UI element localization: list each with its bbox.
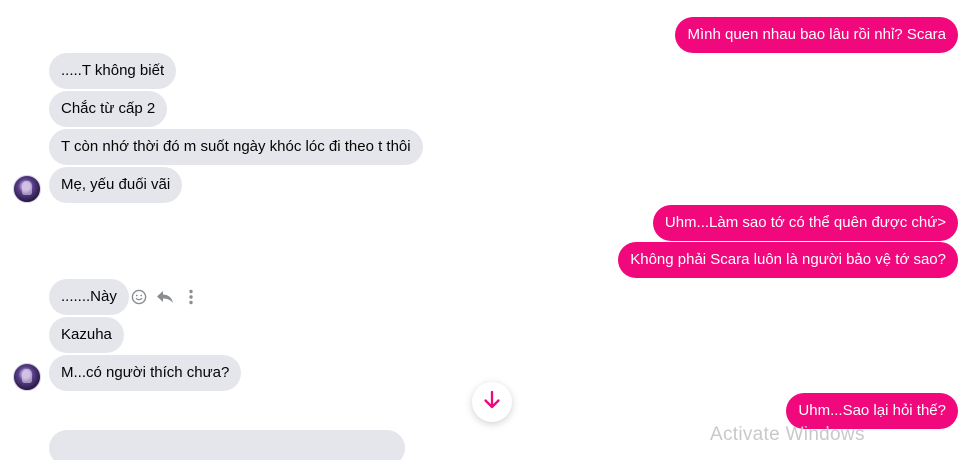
incoming-message-bubble[interactable]: .....T không biết — [49, 53, 177, 89]
message-actions — [130, 287, 200, 307]
incoming-message-bubble[interactable]: Kazuha — [49, 317, 124, 353]
activate-windows-watermark: Activate Windows — [710, 424, 865, 445]
incoming-message-bubble[interactable]: Mẹ, yếu đuối vãi — [49, 167, 183, 203]
more-options-icon[interactable] — [182, 288, 200, 306]
outgoing-message-bubble[interactable]: Mình quen nhau bao lâu rồi nhỉ? Scara — [675, 17, 958, 53]
incoming-message-bubble-partial[interactable] — [49, 430, 405, 460]
smiley-react-icon[interactable] — [130, 288, 148, 306]
incoming-message-bubble[interactable]: T còn nhớ thời đó m suốt ngày khóc lóc đ… — [49, 129, 423, 165]
incoming-message-bubble[interactable]: Chắc từ cấp 2 — [49, 91, 168, 127]
contact-avatar[interactable] — [13, 363, 41, 391]
reply-icon[interactable] — [156, 288, 174, 306]
incoming-message-bubble[interactable]: .......Này — [49, 279, 129, 315]
contact-avatar[interactable] — [13, 175, 41, 203]
outgoing-message-bubble[interactable]: Uhm...Làm sao tớ có thể quên được chứ> — [652, 205, 958, 241]
arrow-down-icon — [483, 390, 501, 414]
scroll-to-bottom-button[interactable] — [472, 382, 512, 422]
outgoing-message-bubble[interactable]: Không phải Scara luôn là người bảo vệ tớ… — [618, 242, 958, 278]
incoming-message-bubble[interactable]: M...có người thích chưa? — [49, 355, 242, 391]
